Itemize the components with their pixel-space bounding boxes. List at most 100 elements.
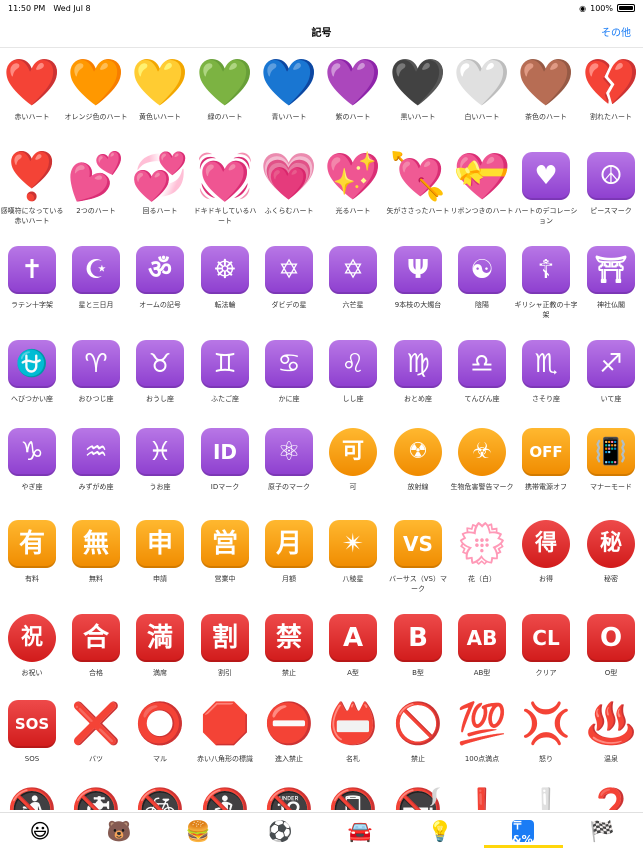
tab-activity[interactable]: ⚽: [260, 817, 300, 845]
emoji-cell[interactable]: SOS SOS: [0, 692, 64, 786]
tab-objects[interactable]: 💡: [420, 817, 460, 845]
emoji-cell[interactable]: ✝ ラテン十字架: [0, 238, 64, 332]
emoji-cell[interactable]: ⚛ 原子のマーク: [257, 420, 321, 514]
emoji-cell[interactable]: ♏ さそり座: [514, 332, 578, 426]
emoji-cell[interactable]: ⛎ へびつかい座: [0, 332, 64, 426]
tab-smileys[interactable]: 😃: [20, 817, 60, 845]
emoji-cell[interactable]: 💛 黄色いハート: [128, 50, 192, 144]
emoji-cell[interactable]: 💕 2つのハート: [64, 144, 128, 238]
emoji-cell[interactable]: 📳 マナーモード: [579, 420, 643, 514]
emoji-cell[interactable]: ❣️ 感嘆符になっている赤いハート: [0, 144, 64, 238]
emoji-cell[interactable]: ✡ ダビデの星: [257, 238, 321, 332]
emoji-cell[interactable]: ❌ バツ: [64, 692, 128, 786]
emoji-cell[interactable]: ☪ 星と三日月: [64, 238, 128, 332]
emoji-cell[interactable]: 🔞: [257, 778, 321, 810]
emoji-cell[interactable]: 📛 名札: [321, 692, 385, 786]
emoji-cell[interactable]: ☯ 陰陽: [450, 238, 514, 332]
emoji-cell[interactable]: 申申請: [128, 512, 192, 606]
emoji-cell[interactable]: 🧡 オレンジ色のハート: [64, 50, 128, 144]
emoji-cell[interactable]: O O型: [579, 606, 643, 700]
tab-animals[interactable]: 🐻: [99, 817, 139, 845]
emoji-cell[interactable]: 得お得: [514, 512, 578, 606]
emoji-cell[interactable]: 🛑 赤い八角形の標識: [193, 692, 257, 786]
emoji-cell[interactable]: 💘 矢がささったハート: [386, 144, 450, 238]
emoji-cell[interactable]: ⛔ 進入禁止: [257, 692, 321, 786]
emoji-cell[interactable]: ♊ ふたご座: [193, 332, 257, 426]
emoji-cell[interactable]: ❕: [514, 778, 578, 810]
emoji-cell[interactable]: A A型: [321, 606, 385, 700]
emoji-cell[interactable]: ♑ やぎ座: [0, 420, 64, 514]
tab-travel[interactable]: 🚘: [340, 817, 380, 845]
emoji-cell[interactable]: 💙 青いハート: [257, 50, 321, 144]
emoji-cell[interactable]: 🚷: [193, 778, 257, 810]
emoji-cell[interactable]: 🚱: [64, 778, 128, 810]
tab-food[interactable]: 🍔: [178, 817, 218, 845]
emoji-cell[interactable]: 合合格: [64, 606, 128, 700]
emoji-cell[interactable]: ☢ 放射線: [386, 420, 450, 514]
emoji-cell[interactable]: 割割引: [193, 606, 257, 700]
emoji-cell[interactable]: 🚫 禁止: [386, 692, 450, 786]
emoji-cell[interactable]: 💝 リボンつきのハート: [450, 144, 514, 238]
emoji-cell[interactable]: 🚳: [128, 778, 192, 810]
emoji-cell[interactable]: ❓: [579, 778, 643, 810]
emoji-cell[interactable]: 💜 紫のハート: [321, 50, 385, 144]
emoji-cell[interactable]: OFF 携帯電源オフ: [514, 420, 578, 514]
emoji-cell[interactable]: ✡ 六芒星: [321, 238, 385, 332]
emoji-cell[interactable]: 秘秘密: [579, 512, 643, 606]
emoji-cell[interactable]: 禁禁止: [257, 606, 321, 700]
emoji-cell[interactable]: AB AB型: [450, 606, 514, 700]
emoji-cell[interactable]: ♓ うお座: [128, 420, 192, 514]
emoji-cell[interactable]: ☮ ピースマーク: [579, 144, 643, 238]
emoji-cell[interactable]: ♉ おうし座: [128, 332, 192, 426]
emoji-cell[interactable]: 💚 緑のハート: [193, 50, 257, 144]
emoji-cell[interactable]: 祝お祝い: [0, 606, 64, 700]
emoji-cell[interactable]: 月月額: [257, 512, 321, 606]
emoji-cell[interactable]: 🖤 黒いハート: [386, 50, 450, 144]
emoji-cell[interactable]: 営営業中: [193, 512, 257, 606]
emoji-cell[interactable]: 💯 100点満点: [450, 692, 514, 786]
emoji-glyph: ♎: [458, 340, 506, 388]
tab-symbols[interactable]: 〒&%: [503, 817, 543, 846]
emoji-cell[interactable]: Ψ 9本枝の大燭台: [386, 238, 450, 332]
emoji-cell[interactable]: ⛩ 神社仏閣: [579, 238, 643, 332]
other-button[interactable]: その他: [601, 24, 631, 39]
emoji-cell[interactable]: ॐ オームの記号: [128, 238, 192, 332]
emoji-cell[interactable]: ♍ おとめ座: [386, 332, 450, 426]
emoji-cell[interactable]: 💢 怒り: [514, 692, 578, 786]
emoji-cell[interactable]: ♥ ハートのデコレーション: [514, 144, 578, 238]
emoji-cell[interactable]: 💮 花（白）: [450, 512, 514, 606]
emoji-cell[interactable]: ♐ いて座: [579, 332, 643, 426]
emoji-cell[interactable]: ❤️ 赤いハート: [0, 50, 64, 144]
emoji-cell[interactable]: ♎ てんびん座: [450, 332, 514, 426]
emoji-cell[interactable]: CL クリア: [514, 606, 578, 700]
emoji-cell[interactable]: 🚯: [0, 778, 64, 810]
emoji-cell[interactable]: 💖 光るハート: [321, 144, 385, 238]
emoji-cell[interactable]: ♈ おひつじ座: [64, 332, 128, 426]
emoji-cell[interactable]: B B型: [386, 606, 450, 700]
emoji-cell[interactable]: 💗 ふくらむハート: [257, 144, 321, 238]
emoji-cell[interactable]: 有有料: [0, 512, 64, 606]
emoji-cell[interactable]: ☦ ギリシャ正教の十字架: [514, 238, 578, 332]
tab-flags[interactable]: 🏁: [582, 817, 622, 845]
emoji-cell[interactable]: 満満席: [128, 606, 192, 700]
emoji-cell[interactable]: 📵: [321, 778, 385, 810]
emoji-cell[interactable]: 無無料: [64, 512, 128, 606]
emoji-cell[interactable]: 💔 割れたハート: [579, 50, 643, 144]
emoji-cell[interactable]: 🚭: [386, 778, 450, 810]
emoji-cell[interactable]: ✴ 八稜星: [321, 512, 385, 606]
emoji-cell[interactable]: 🤎 茶色のハート: [514, 50, 578, 144]
emoji-cell[interactable]: ♋ かに座: [257, 332, 321, 426]
emoji-cell[interactable]: 可可: [321, 420, 385, 514]
emoji-cell[interactable]: 💓 ドキドキしているハート: [193, 144, 257, 238]
emoji-cell[interactable]: ♌ しし座: [321, 332, 385, 426]
emoji-cell[interactable]: ♒ みずがめ座: [64, 420, 128, 514]
emoji-cell[interactable]: ☣ 生物危害警告マーク: [450, 420, 514, 514]
emoji-cell[interactable]: ⭕ マル: [128, 692, 192, 786]
emoji-cell[interactable]: ID IDマーク: [193, 420, 257, 514]
emoji-cell[interactable]: ❗: [450, 778, 514, 810]
emoji-cell[interactable]: VS バーサス（VS）マーク: [386, 512, 450, 606]
emoji-cell[interactable]: ♨️ 温泉: [579, 692, 643, 786]
emoji-cell[interactable]: 💞 回るハート: [128, 144, 192, 238]
emoji-cell[interactable]: ☸ 転法輪: [193, 238, 257, 332]
emoji-cell[interactable]: 🤍 白いハート: [450, 50, 514, 144]
